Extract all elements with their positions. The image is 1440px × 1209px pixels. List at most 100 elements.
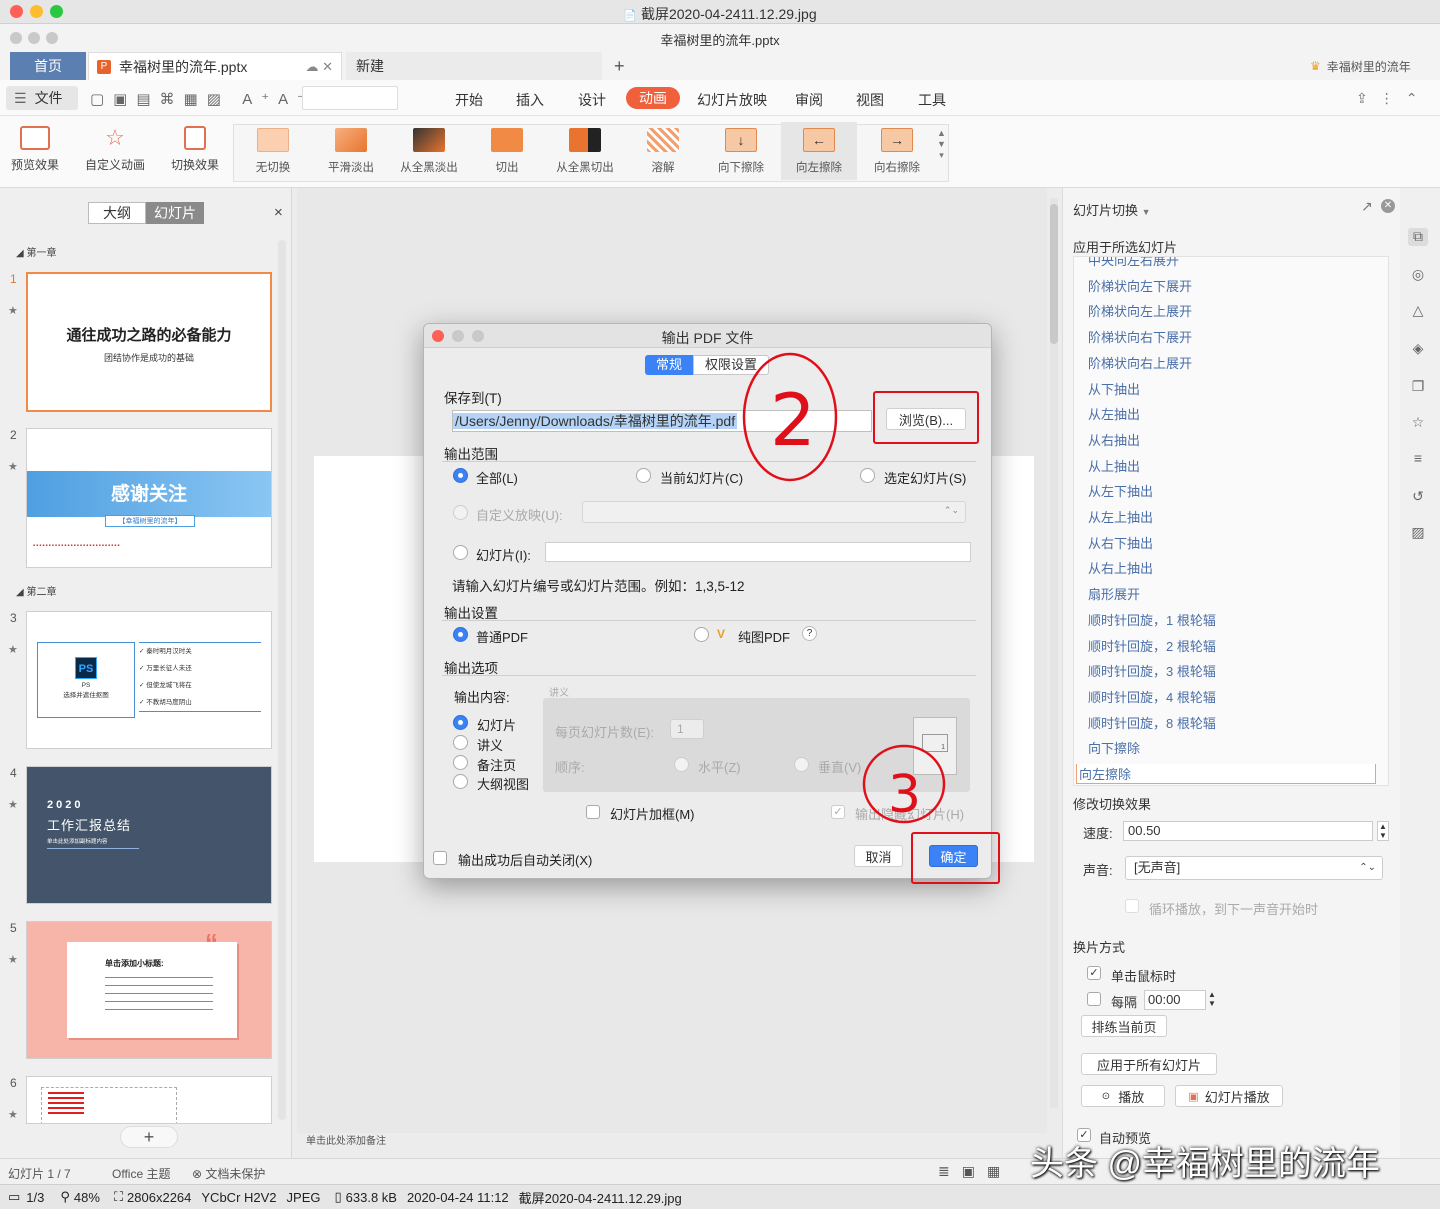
transition-cut[interactable]: 切出	[469, 122, 545, 180]
transition-wipe-down[interactable]: ↓ 向下擦除	[703, 122, 779, 180]
menu-insert[interactable]: 插入	[516, 90, 544, 110]
transition-panel-icon[interactable]: ⧉	[1408, 228, 1428, 246]
cloud-icon[interactable]: ☁ ✕	[305, 59, 333, 75]
share-icon[interactable]: ⇪⋮⌃	[1356, 90, 1429, 107]
tab-home[interactable]: 首页	[10, 52, 86, 80]
effect-item[interactable]: 从左抽出	[1088, 404, 1140, 423]
notes-hint[interactable]: 单击此处添加备注	[306, 1132, 386, 1147]
slides-scrollbar[interactable]	[278, 240, 286, 1120]
tab-document[interactable]: P 幸福树里的流年.pptx ☁ ✕	[88, 52, 342, 80]
content-slides-radio[interactable]	[453, 715, 468, 730]
slideshow-button[interactable]: ▣ 幻灯片播放	[1175, 1085, 1283, 1107]
theme-label[interactable]: Office 主题	[112, 1165, 170, 1182]
effect-item[interactable]: 从右下抽出	[1088, 533, 1153, 552]
slide-thumb-6[interactable]	[26, 1076, 272, 1124]
settings-icon[interactable]: ≡	[1408, 450, 1428, 468]
slide-thumb-3[interactable]: PS PS 选择并遮住抠图 ✓ 秦时明月汉时关 ✓ 万里长征人未还 ✓ 但使龙城…	[26, 611, 272, 749]
switch-effect-button[interactable]: 切换效果	[160, 126, 230, 173]
menu-slideshow[interactable]: 幻灯片放映	[697, 90, 767, 110]
close-icon[interactable]: ✕	[1381, 199, 1395, 213]
slides-radio[interactable]	[453, 545, 468, 560]
add-slide-button[interactable]: +	[120, 1126, 178, 1148]
effect-item[interactable]: 从上抽出	[1088, 456, 1140, 475]
effect-item[interactable]: 阶梯状向左下展开	[1088, 276, 1192, 295]
view-mode-icons[interactable]: ≣▣▦	[938, 1163, 1012, 1180]
effect-item[interactable]: 顺时针回旋，2 根轮辐	[1088, 636, 1216, 655]
popout-icon[interactable]: ↗	[1361, 198, 1373, 215]
range-selected-radio[interactable]	[860, 468, 875, 483]
custom-show-select[interactable]: ⌃⌄	[582, 501, 966, 523]
transition-none[interactable]: 无切换	[235, 122, 311, 180]
auto-close-checkbox[interactable]	[433, 851, 447, 865]
loop-checkbox[interactable]	[1125, 899, 1139, 913]
menu-start[interactable]: 开始	[455, 90, 483, 110]
menu-tools[interactable]: 工具	[918, 90, 946, 110]
new-tab-button[interactable]: +	[614, 52, 625, 80]
order-h-radio[interactable]	[674, 757, 689, 772]
transition-cut-black[interactable]: 从全黑切出	[547, 122, 623, 180]
transition-dissolve[interactable]: 溶解	[625, 122, 701, 180]
content-handout-radio[interactable]	[453, 735, 468, 750]
menu-design[interactable]: 设计	[578, 90, 606, 110]
history-icon[interactable]: ↺	[1408, 488, 1428, 506]
help-icon[interactable]: ?	[802, 626, 817, 641]
effect-item[interactable]: 扇形展开	[1088, 584, 1140, 603]
file-menu-button[interactable]: ☰ 文件	[6, 86, 78, 110]
shapes-icon[interactable]: ◎	[1408, 266, 1428, 284]
range-current-radio[interactable]	[636, 468, 651, 483]
outline-tab[interactable]: 大纲	[88, 202, 146, 224]
effect-item[interactable]: 从下抽出	[1088, 379, 1140, 398]
image-icon[interactable]: ▨	[1408, 524, 1428, 542]
slides-tab[interactable]: 幻灯片	[146, 202, 204, 224]
transition-wipe-left[interactable]: ← 向左擦除	[781, 122, 857, 180]
section-1[interactable]: ◢ 第一章	[16, 244, 56, 259]
slide-thumb-4[interactable]: 2020 工作汇报总结 单击此处添加副标题内容	[26, 766, 272, 904]
preview-effect-button[interactable]: 预览效果	[0, 126, 70, 173]
transition-fade-black[interactable]: 从全黑淡出	[391, 122, 467, 180]
play-button[interactable]: ⊙ 播放	[1081, 1085, 1165, 1107]
rehearse-button[interactable]: 排练当前页	[1081, 1015, 1167, 1037]
custom-animation-button[interactable]: ☆ 自定义动画	[80, 126, 150, 173]
effect-item[interactable]: 向下擦除	[1088, 738, 1140, 757]
effect-item[interactable]: 顺时针回旋，4 根轮辐	[1088, 687, 1216, 706]
style-icon[interactable]: △	[1408, 302, 1428, 320]
canvas-scrollbar[interactable]	[1050, 198, 1058, 1108]
effect-item[interactable]: 从右上抽出	[1088, 558, 1153, 577]
protect-status[interactable]: ⊗ 文档未保护	[192, 1165, 265, 1182]
slide-thumb-1[interactable]: 通往成功之路的必备能力 团结协作是成功的基础	[26, 272, 272, 412]
on-click-checkbox[interactable]: ✓	[1087, 966, 1101, 980]
normal-pdf-radio[interactable]	[453, 627, 468, 642]
menu-animation[interactable]: 动画	[626, 87, 680, 109]
effect-item[interactable]: 阶梯状向左上展开	[1088, 301, 1192, 320]
panel-title[interactable]: 幻灯片切换 ▼	[1073, 200, 1151, 219]
content-notes-radio[interactable]	[453, 755, 468, 770]
effect-item[interactable]: 从左上抽出	[1088, 507, 1153, 526]
effect-item[interactable]: 顺时针回旋，8 根轮辐	[1088, 713, 1216, 732]
speed-input[interactable]: 00.50	[1123, 821, 1373, 841]
quick-access-icons[interactable]: ▢▣▤⌘▦▨ A⁺A⁻	[90, 90, 314, 108]
effect-item[interactable]: 中央向左右展开	[1088, 257, 1179, 269]
font-select[interactable]	[302, 86, 398, 110]
hidden-checkbox[interactable]: ✓	[831, 805, 845, 819]
every-stepper[interactable]: ▲ ▼	[1208, 990, 1218, 1010]
apply-all-button[interactable]: 应用于所有幻灯片	[1081, 1053, 1217, 1075]
transition-wipe-right[interactable]: → 向右擦除	[859, 122, 935, 180]
section-2[interactable]: ◢ 第二章	[16, 583, 56, 598]
gallery-scroll[interactable]: ▲ ▼ ▾	[937, 128, 946, 161]
menu-review[interactable]: 审阅	[795, 90, 823, 110]
slides-range-input[interactable]	[545, 542, 971, 562]
order-v-radio[interactable]	[794, 757, 809, 772]
range-all-radio[interactable]	[453, 468, 468, 483]
copy-icon[interactable]: ❐	[1408, 378, 1428, 396]
custom-show-radio[interactable]	[453, 505, 468, 520]
frame-checkbox[interactable]	[586, 805, 600, 819]
scroll-thumb[interactable]	[1050, 204, 1058, 344]
star-panel-icon[interactable]: ☆	[1408, 414, 1428, 432]
sound-select[interactable]: [无声音] ⌃⌄	[1125, 856, 1383, 880]
slide-thumb-2[interactable]: 感谢关注 【幸福树里的流年】 ▪▪▪▪▪▪▪▪▪▪▪▪▪▪▪▪▪▪▪▪▪▪▪▪▪…	[26, 428, 272, 568]
per-page-select[interactable]: 1	[670, 719, 704, 739]
cancel-button[interactable]: 取消	[854, 845, 903, 867]
effect-item[interactable]: 从左下抽出	[1088, 481, 1153, 500]
transition-fade[interactable]: 平滑淡出	[313, 122, 389, 180]
tab-new[interactable]: 新建	[346, 52, 602, 80]
